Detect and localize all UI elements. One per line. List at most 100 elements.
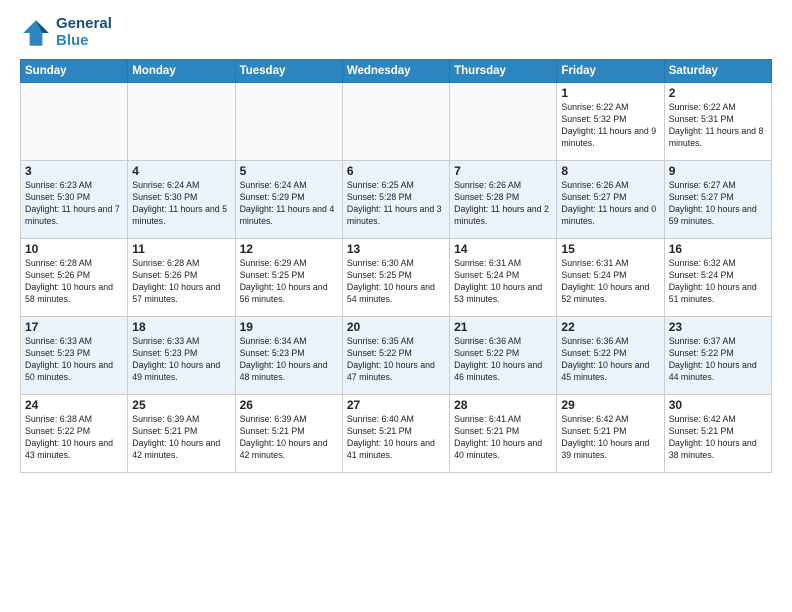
calendar-week-3: 10 Sunrise: 6:28 AM Sunset: 5:26 PM Dayli… [21,239,772,317]
day-number: 29 [561,398,659,412]
calendar-cell: 25 Sunrise: 6:39 AM Sunset: 5:21 PM Dayli… [128,395,235,473]
cell-info: Sunrise: 6:33 AM Sunset: 5:23 PM Dayligh… [25,336,123,384]
cell-info: Sunrise: 6:42 AM Sunset: 5:21 PM Dayligh… [561,414,659,462]
cell-info: Sunrise: 6:28 AM Sunset: 5:26 PM Dayligh… [25,258,123,306]
day-number: 30 [669,398,767,412]
day-number: 15 [561,242,659,256]
calendar-cell: 20 Sunrise: 6:35 AM Sunset: 5:22 PM Dayli… [342,317,449,395]
weekday-header-row: SundayMondayTuesdayWednesdayThursdayFrid… [21,60,772,83]
cell-info: Sunrise: 6:40 AM Sunset: 5:21 PM Dayligh… [347,414,445,462]
weekday-header-saturday: Saturday [664,60,771,83]
calendar-cell: 19 Sunrise: 6:34 AM Sunset: 5:23 PM Dayli… [235,317,342,395]
calendar-cell: 10 Sunrise: 6:28 AM Sunset: 5:26 PM Dayli… [21,239,128,317]
calendar-cell: 2 Sunrise: 6:22 AM Sunset: 5:31 PM Daylig… [664,83,771,161]
weekday-header-friday: Friday [557,60,664,83]
calendar-cell: 24Sunrise: 6:38 AM Sunset: 5:22 PM Dayli… [21,395,128,473]
day-number: 4 [132,164,230,178]
day-number: 7 [454,164,552,178]
calendar-cell: 28 Sunrise: 6:41 AM Sunset: 5:21 PM Dayli… [450,395,557,473]
calendar-cell: 26 Sunrise: 6:39 AM Sunset: 5:21 PM Dayli… [235,395,342,473]
cell-info: Sunrise: 6:26 AM Sunset: 5:27 PM Dayligh… [561,180,659,228]
day-number: 23 [669,320,767,334]
calendar-cell [450,83,557,161]
cell-info: Sunrise: 6:35 AM Sunset: 5:22 PM Dayligh… [347,336,445,384]
day-number: 25 [132,398,230,412]
day-number: 27 [347,398,445,412]
day-number: 13 [347,242,445,256]
day-number: 11 [132,242,230,256]
calendar-cell: 27 Sunrise: 6:40 AM Sunset: 5:21 PM Dayli… [342,395,449,473]
calendar-week-5: 24Sunrise: 6:38 AM Sunset: 5:22 PM Dayli… [21,395,772,473]
cell-info: Sunrise: 6:31 AM Sunset: 5:24 PM Dayligh… [454,258,552,306]
cell-info: Sunrise: 6:39 AM Sunset: 5:21 PM Dayligh… [240,414,338,462]
cell-info: Sunrise: 6:38 AM Sunset: 5:22 PM Dayligh… [25,414,123,462]
day-number: 12 [240,242,338,256]
cell-info: Sunrise: 6:22 AM Sunset: 5:32 PM Dayligh… [561,102,659,150]
calendar-cell: 21 Sunrise: 6:36 AM Sunset: 5:22 PM Dayli… [450,317,557,395]
cell-info: Sunrise: 6:25 AM Sunset: 5:28 PM Dayligh… [347,180,445,228]
calendar-week-1: 1 Sunrise: 6:22 AM Sunset: 5:32 PM Daylig… [21,83,772,161]
cell-info: Sunrise: 6:41 AM Sunset: 5:21 PM Dayligh… [454,414,552,462]
day-number: 19 [240,320,338,334]
day-number: 3 [25,164,123,178]
calendar-table: SundayMondayTuesdayWednesdayThursdayFrid… [20,59,772,473]
logo: General Blue [20,16,112,49]
day-number: 26 [240,398,338,412]
day-number: 2 [669,86,767,100]
cell-info: Sunrise: 6:22 AM Sunset: 5:31 PM Dayligh… [669,102,767,150]
day-number: 22 [561,320,659,334]
cell-info: Sunrise: 6:42 AM Sunset: 5:21 PM Dayligh… [669,414,767,462]
calendar-cell: 29 Sunrise: 6:42 AM Sunset: 5:21 PM Dayli… [557,395,664,473]
calendar-cell [342,83,449,161]
page-container: General Blue SundayMondayTuesdayWednesda… [0,0,792,483]
calendar-cell: 18 Sunrise: 6:33 AM Sunset: 5:23 PM Dayli… [128,317,235,395]
calendar-week-2: 3 Sunrise: 6:23 AM Sunset: 5:30 PM Daylig… [21,161,772,239]
calendar-cell: 23Sunrise: 6:37 AM Sunset: 5:22 PM Dayli… [664,317,771,395]
cell-info: Sunrise: 6:32 AM Sunset: 5:24 PM Dayligh… [669,258,767,306]
cell-info: Sunrise: 6:24 AM Sunset: 5:29 PM Dayligh… [240,180,338,228]
cell-info: Sunrise: 6:34 AM Sunset: 5:23 PM Dayligh… [240,336,338,384]
day-number: 9 [669,164,767,178]
calendar-cell [128,83,235,161]
calendar-cell: 4 Sunrise: 6:24 AM Sunset: 5:30 PM Daylig… [128,161,235,239]
calendar-cell: 7 Sunrise: 6:26 AM Sunset: 5:28 PM Daylig… [450,161,557,239]
calendar-cell: 16 Sunrise: 6:32 AM Sunset: 5:24 PM Dayli… [664,239,771,317]
day-number: 21 [454,320,552,334]
calendar-cell: 3 Sunrise: 6:23 AM Sunset: 5:30 PM Daylig… [21,161,128,239]
calendar-cell: 15 Sunrise: 6:31 AM Sunset: 5:24 PM Dayli… [557,239,664,317]
day-number: 16 [669,242,767,256]
day-number: 10 [25,242,123,256]
cell-info: Sunrise: 6:33 AM Sunset: 5:23 PM Dayligh… [132,336,230,384]
calendar-cell: 12Sunrise: 6:29 AM Sunset: 5:25 PM Dayli… [235,239,342,317]
weekday-header-sunday: Sunday [21,60,128,83]
cell-info: Sunrise: 6:31 AM Sunset: 5:24 PM Dayligh… [561,258,659,306]
cell-info: Sunrise: 6:30 AM Sunset: 5:25 PM Dayligh… [347,258,445,306]
calendar-cell: 8 Sunrise: 6:26 AM Sunset: 5:27 PM Daylig… [557,161,664,239]
day-number: 5 [240,164,338,178]
calendar-cell: 6Sunrise: 6:25 AM Sunset: 5:28 PM Daylig… [342,161,449,239]
day-number: 28 [454,398,552,412]
calendar-cell [21,83,128,161]
day-number: 20 [347,320,445,334]
calendar-cell: 11Sunrise: 6:28 AM Sunset: 5:26 PM Dayli… [128,239,235,317]
calendar-cell: 9Sunrise: 6:27 AM Sunset: 5:27 PM Daylig… [664,161,771,239]
weekday-header-wednesday: Wednesday [342,60,449,83]
calendar-cell: 22Sunrise: 6:36 AM Sunset: 5:22 PM Dayli… [557,317,664,395]
cell-info: Sunrise: 6:23 AM Sunset: 5:30 PM Dayligh… [25,180,123,228]
weekday-header-thursday: Thursday [450,60,557,83]
logo-icon [20,17,52,49]
weekday-header-tuesday: Tuesday [235,60,342,83]
cell-info: Sunrise: 6:36 AM Sunset: 5:22 PM Dayligh… [454,336,552,384]
day-number: 14 [454,242,552,256]
calendar-cell: 5 Sunrise: 6:24 AM Sunset: 5:29 PM Daylig… [235,161,342,239]
day-number: 1 [561,86,659,100]
cell-info: Sunrise: 6:24 AM Sunset: 5:30 PM Dayligh… [132,180,230,228]
cell-info: Sunrise: 6:26 AM Sunset: 5:28 PM Dayligh… [454,180,552,228]
cell-info: Sunrise: 6:39 AM Sunset: 5:21 PM Dayligh… [132,414,230,462]
header: General Blue [20,16,772,49]
day-number: 8 [561,164,659,178]
calendar-cell: 30 Sunrise: 6:42 AM Sunset: 5:21 PM Dayli… [664,395,771,473]
weekday-header-monday: Monday [128,60,235,83]
day-number: 18 [132,320,230,334]
calendar-cell: 14 Sunrise: 6:31 AM Sunset: 5:24 PM Dayli… [450,239,557,317]
